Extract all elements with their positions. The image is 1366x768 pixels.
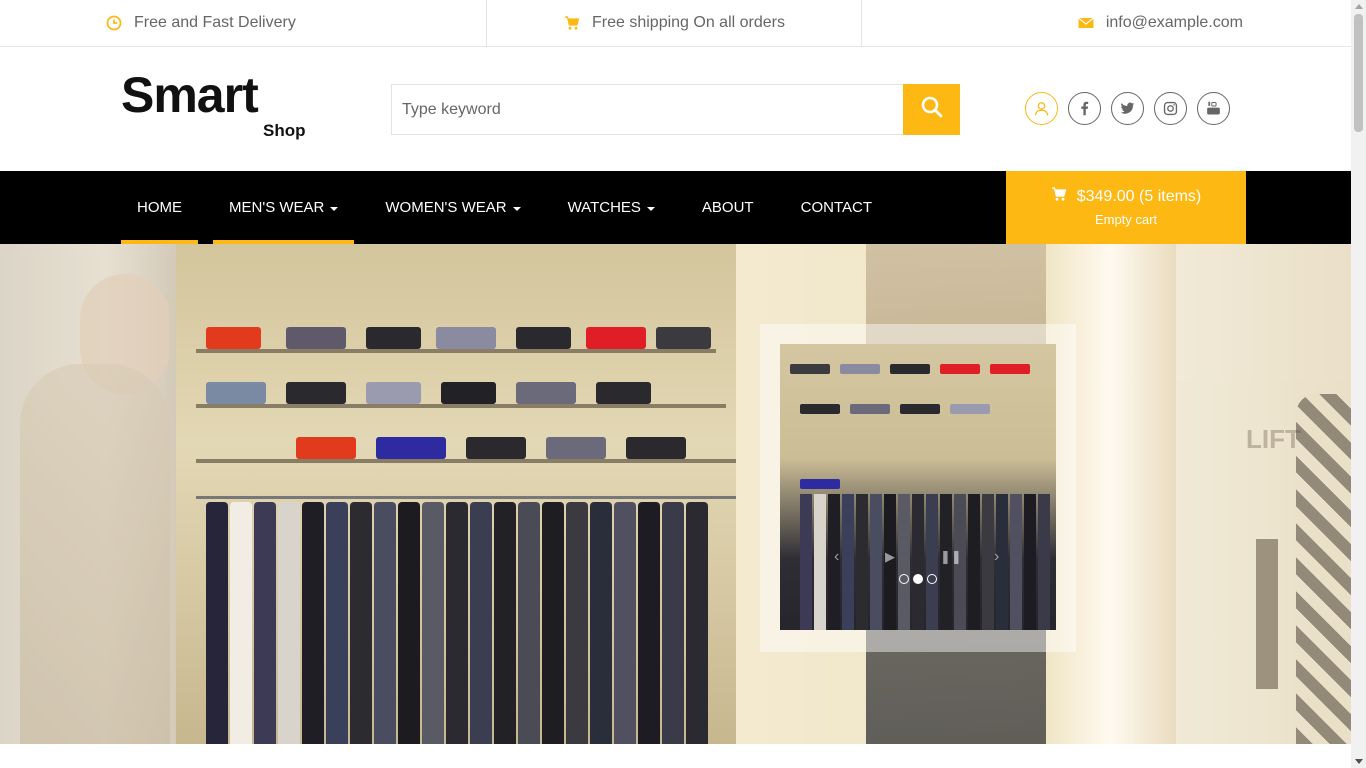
cart-icon bbox=[1051, 186, 1067, 207]
clock-icon bbox=[106, 15, 122, 31]
cart-button[interactable]: $349.00 (5 items) Empty cart bbox=[1006, 171, 1246, 244]
empty-cart-link[interactable]: Empty cart bbox=[1006, 212, 1246, 227]
slider-dots bbox=[899, 574, 937, 584]
top-info-bar: Free and Fast Delivery Free shipping On … bbox=[0, 0, 1351, 47]
nav-item-label: WOMEN'S WEAR bbox=[385, 199, 507, 216]
page-scrollbar[interactable] bbox=[1351, 0, 1366, 768]
scroll-up-icon[interactable] bbox=[1355, 4, 1363, 9]
nav-menu: HOME MEN'S WEAR WOMEN'S WEAR WATCHES ABO… bbox=[121, 171, 888, 244]
slider-prev-icon[interactable]: ‹ bbox=[834, 548, 839, 566]
facebook-icon[interactable] bbox=[1068, 92, 1101, 125]
email-link[interactable]: info@example.com bbox=[1106, 14, 1243, 32]
email-info[interactable]: info@example.com bbox=[862, 0, 1351, 46]
envelope-icon bbox=[1077, 15, 1094, 31]
caret-down-icon bbox=[330, 206, 339, 211]
nav-item-label: WATCHES bbox=[567, 199, 641, 216]
slider-dot[interactable] bbox=[899, 574, 909, 584]
delivery-text: Free and Fast Delivery bbox=[134, 14, 296, 31]
slider-next-icon[interactable]: › bbox=[994, 548, 999, 566]
logo-sub: Shop bbox=[263, 121, 306, 140]
search-input[interactable] bbox=[391, 84, 903, 135]
slider-pause-icon[interactable]: ❚❚ bbox=[940, 549, 962, 565]
caret-down-icon bbox=[646, 206, 655, 211]
slider-dot-active[interactable] bbox=[913, 574, 923, 584]
nav-item-contact[interactable]: CONTACT bbox=[785, 171, 888, 244]
nav-item-label: MEN'S WEAR bbox=[229, 199, 325, 216]
shipping-info: Free shipping On all orders bbox=[487, 0, 862, 46]
cart-icon bbox=[564, 15, 580, 31]
nav-item-label: HOME bbox=[137, 199, 182, 216]
main-nav: HOME MEN'S WEAR WOMEN'S WEAR WATCHES ABO… bbox=[0, 171, 1351, 244]
slider-dot[interactable] bbox=[927, 574, 937, 584]
nav-item-about[interactable]: ABOUT bbox=[686, 171, 770, 244]
nav-item-home[interactable]: HOME bbox=[121, 171, 198, 244]
site-logo[interactable]: Smart Shop bbox=[121, 67, 311, 143]
nav-item-womens-wear[interactable]: WOMEN'S WEAR bbox=[369, 171, 536, 244]
search-bar bbox=[391, 84, 960, 135]
social-links bbox=[1025, 92, 1230, 125]
nav-item-label: ABOUT bbox=[701, 199, 754, 216]
cart-summary: $349.00 (5 items) bbox=[1076, 187, 1202, 205]
scrollbar-thumb[interactable] bbox=[1354, 14, 1363, 132]
youtube-icon[interactable] bbox=[1197, 92, 1230, 125]
shipping-text: Free shipping On all orders bbox=[592, 14, 785, 31]
search-icon bbox=[920, 95, 944, 124]
site-header: Smart Shop bbox=[0, 47, 1351, 171]
logo-main: Smart bbox=[121, 67, 259, 123]
nav-item-watches[interactable]: WATCHES bbox=[552, 171, 671, 244]
user-icon[interactable] bbox=[1025, 92, 1058, 125]
cart-summary-row: $349.00 (5 items) bbox=[1006, 186, 1246, 207]
twitter-icon[interactable] bbox=[1111, 92, 1144, 125]
nav-item-mens-wear[interactable]: MEN'S WEAR bbox=[213, 171, 355, 244]
search-button[interactable] bbox=[903, 84, 960, 135]
slider-play-icon[interactable]: ▶ bbox=[885, 549, 895, 565]
hero-side-image-left bbox=[0, 244, 176, 744]
instagram-icon[interactable] bbox=[1154, 92, 1187, 125]
scroll-down-icon[interactable] bbox=[1355, 759, 1363, 764]
caret-down-icon bbox=[512, 206, 521, 211]
delivery-info: Free and Fast Delivery bbox=[0, 0, 487, 46]
slider-thumbnail[interactable] bbox=[780, 344, 1056, 630]
nav-item-label: CONTACT bbox=[800, 199, 872, 216]
hero-banner: LIFT bbox=[0, 244, 1351, 744]
hero-side-image-right: LIFT bbox=[1176, 244, 1351, 744]
